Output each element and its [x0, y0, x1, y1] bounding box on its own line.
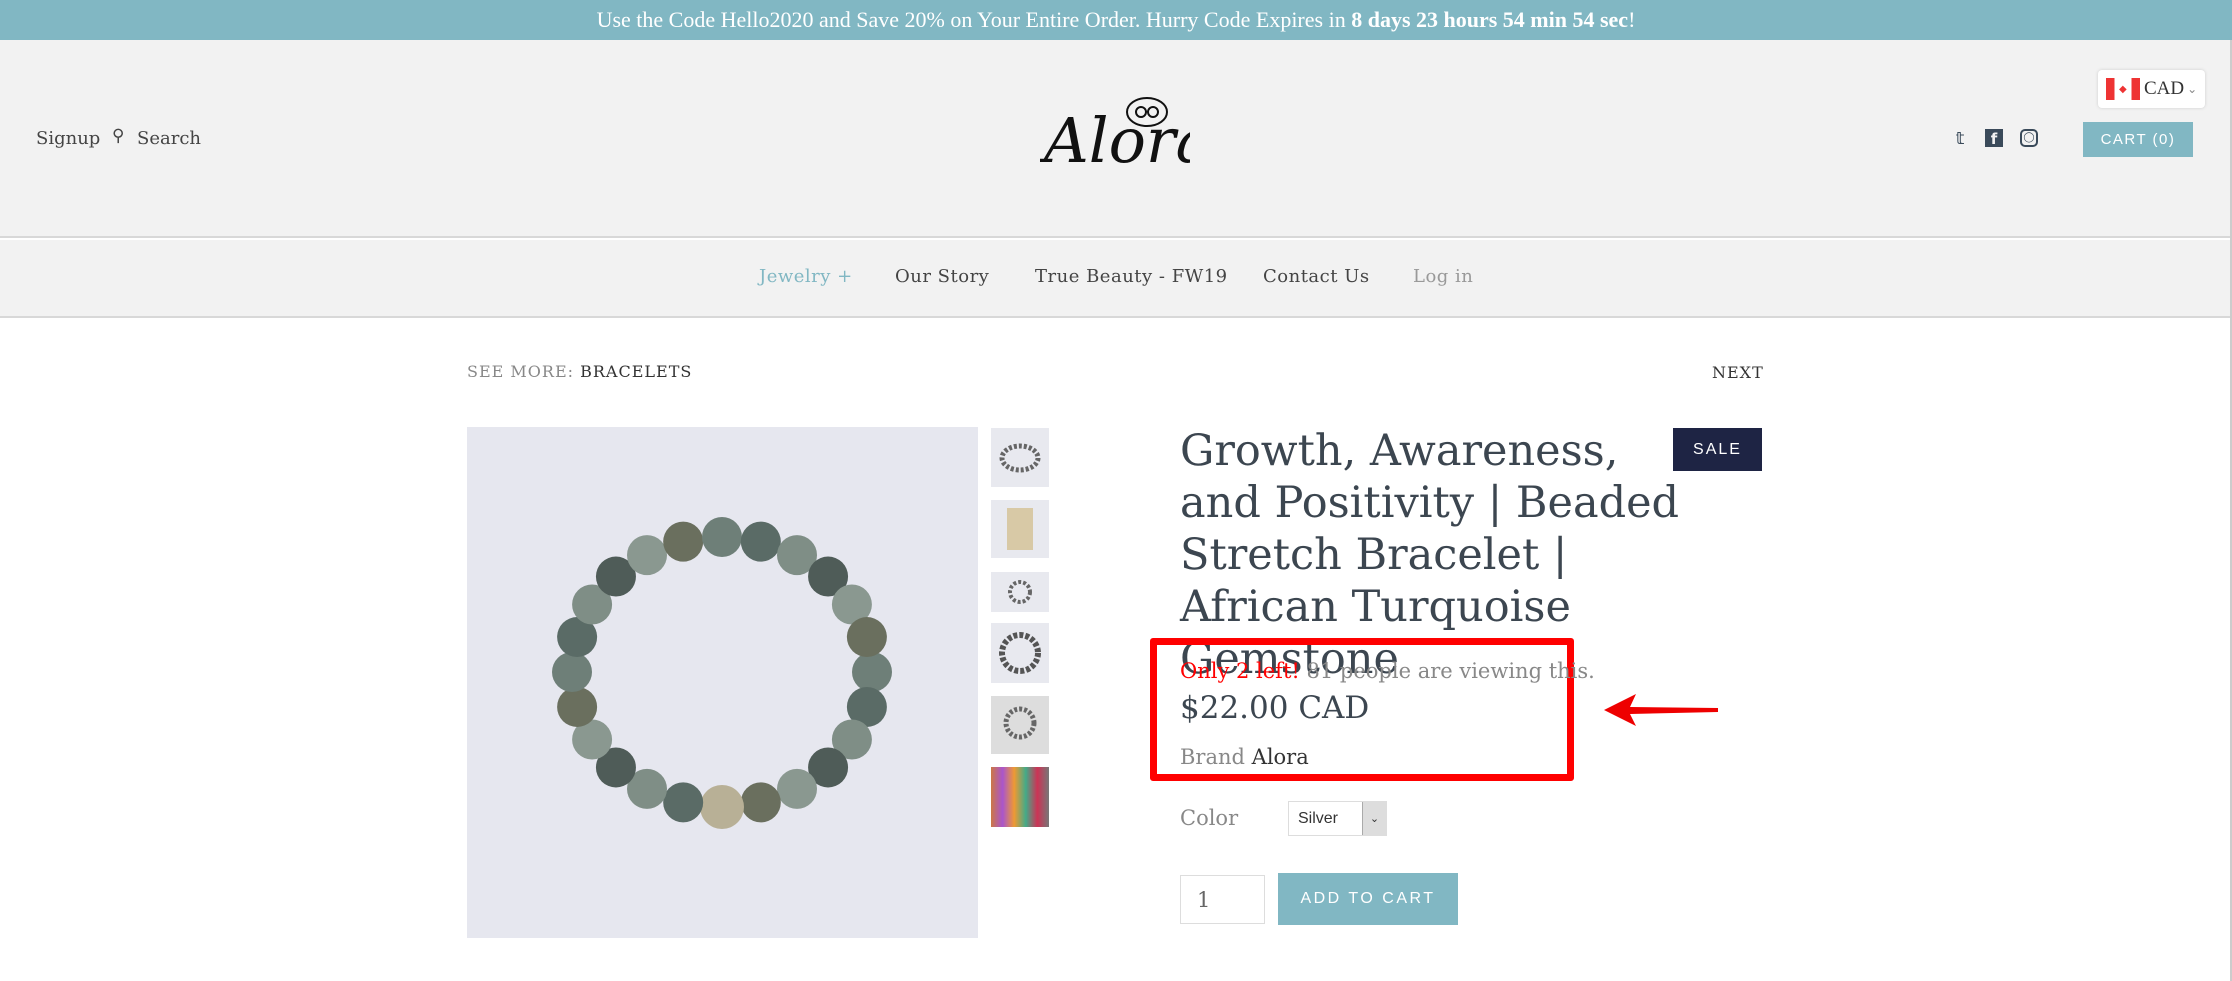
- facebook-icon[interactable]: f: [1985, 129, 2003, 148]
- bead: [663, 782, 704, 823]
- promo-text: Use the Code Hello2020 and Save 20% on Y…: [596, 7, 1352, 32]
- countdown: 8 days 23 hours 54 min 54 sec: [1351, 7, 1629, 32]
- stock-warning: Only 2 left!: [1180, 659, 1300, 683]
- bead: [740, 521, 781, 562]
- brand-line: Brand Alora: [1180, 745, 1309, 769]
- viewers-count: 81 people are viewing this.: [1306, 659, 1595, 683]
- bead: [777, 768, 817, 809]
- thumbnail-5[interactable]: [991, 696, 1049, 754]
- instagram-icon[interactable]: ◯: [2020, 129, 2038, 147]
- main-nav: Jewelry + Our Story True Beauty - FW19 C…: [0, 240, 2230, 318]
- next-link[interactable]: NEXT: [1712, 363, 1764, 382]
- bead: [702, 517, 742, 557]
- thumbnail-1[interactable]: [991, 428, 1049, 487]
- bead: [740, 782, 781, 823]
- bead: [852, 652, 892, 692]
- nav-contact-us[interactable]: Contact Us: [1263, 266, 1370, 287]
- chevron-down-icon: ⌄: [2187, 82, 2198, 96]
- canada-flag-icon: ◆: [2106, 78, 2140, 100]
- brand-label: Brand: [1180, 745, 1245, 769]
- bracelet-image: [552, 517, 892, 829]
- signup-link[interactable]: Signup: [36, 128, 100, 149]
- bead: [663, 521, 704, 562]
- promo-banner: Use the Code Hello2020 and Save 20% on Y…: [0, 0, 2232, 40]
- thumbnail-6[interactable]: [991, 767, 1049, 827]
- cart-button[interactable]: CART (0): [2083, 122, 2193, 157]
- bead: [700, 785, 744, 829]
- thumbnail-4[interactable]: [991, 623, 1049, 683]
- nav-true-beauty[interactable]: True Beauty - FW19: [1035, 266, 1228, 287]
- promo-suffix: !: [1628, 7, 1636, 32]
- arrow-annotation-icon: [1604, 694, 1718, 726]
- search-icon[interactable]: ⚲: [112, 126, 124, 146]
- thumbnail-3[interactable]: [991, 572, 1049, 612]
- color-select-value: Silver: [1298, 810, 1339, 827]
- currency-code: CAD: [2144, 78, 2185, 99]
- nav-jewelry[interactable]: Jewelry +: [759, 266, 853, 287]
- product-main-image[interactable]: [467, 427, 978, 938]
- nav-our-story[interactable]: Our Story: [895, 266, 989, 287]
- bead: [552, 652, 592, 692]
- quantity-input[interactable]: 1: [1180, 875, 1265, 924]
- brand-value: Alora: [1251, 745, 1309, 769]
- currency-selector[interactable]: ◆ CAD ⌄: [2098, 70, 2205, 108]
- breadcrumb: SEE MORE: BRACELETS: [467, 362, 692, 381]
- bead: [846, 617, 887, 658]
- thumbnail-2[interactable]: [991, 500, 1049, 558]
- bead: [627, 535, 667, 576]
- price: $22.00 CAD: [1180, 690, 1370, 726]
- logo[interactable]: Alora: [1039, 82, 1213, 187]
- bead: [557, 686, 598, 727]
- color-label: Color: [1180, 806, 1239, 830]
- site-header: Signup ⚲ Search Alora ◆ CAD ⌄ 𝕥 f ◯ CART…: [0, 40, 2230, 238]
- color-select[interactable]: Silver ⌄: [1288, 801, 1387, 836]
- breadcrumb-bracelets-link[interactable]: BRACELETS: [580, 362, 692, 381]
- breadcrumb-label: SEE MORE:: [467, 362, 575, 381]
- twitter-icon[interactable]: 𝕥: [1950, 129, 1970, 149]
- chevron-down-icon: ⌄: [1362, 802, 1386, 835]
- search-link[interactable]: Search: [137, 128, 201, 149]
- nav-log-in[interactable]: Log in: [1413, 266, 1473, 287]
- stock-line: Only 2 left! 81 people are viewing this.: [1180, 659, 1595, 683]
- sale-badge: SALE: [1673, 428, 1762, 471]
- add-to-cart-button[interactable]: ADD TO CART: [1278, 873, 1458, 925]
